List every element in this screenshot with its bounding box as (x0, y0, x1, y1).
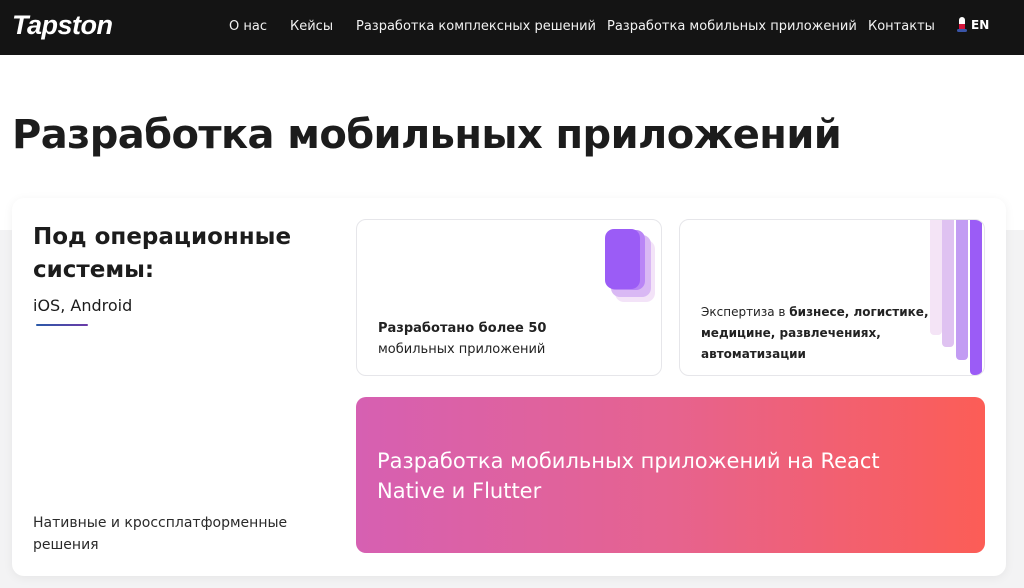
nav-item-about[interactable]: О нас (229, 19, 267, 34)
apps-count-card: Разработано более 50 мобильных приложени… (356, 219, 662, 376)
apps-count-text: Разработано более 50 мобильных приложени… (378, 318, 648, 360)
nav-item-contacts[interactable]: Контакты (868, 19, 935, 34)
top-navigation-bar: Tapston О нас Кейсы Разработка комплексн… (0, 0, 1024, 55)
expertise-lead: Экспертиза в (701, 305, 790, 319)
platforms-note: Нативные и кроссплатформенные решения (33, 515, 288, 553)
main-nav: О нас Кейсы Разработка комплексных решен… (0, 0, 1024, 55)
flag-icon (957, 17, 967, 33)
nav-item-complex-solutions[interactable]: Разработка комплексных решений (356, 19, 596, 34)
platforms-list: iOS, Android (33, 296, 133, 315)
frameworks-text: Разработка мобильных приложений на React… (377, 449, 880, 503)
frameworks-banner: Разработка мобильных приложений на React… (356, 397, 985, 553)
bars-icon-bar (970, 220, 982, 375)
nav-item-cases[interactable]: Кейсы (290, 19, 333, 34)
nav-item-mobile-apps[interactable]: Разработка мобильных приложений (607, 19, 857, 34)
bars-icon (930, 220, 942, 335)
expertise-text: Экспертиза в бизнесе, логистике, медицин… (701, 302, 931, 365)
platforms-heading: Под операционные системы: (33, 224, 292, 283)
page-title: Разработка мобильных приложений (12, 112, 842, 158)
heading-underline (36, 324, 88, 326)
apps-count-bold: Разработано более 50 (378, 321, 547, 336)
bars-icon-bar (942, 220, 954, 347)
expertise-card: Экспертиза в бизнесе, логистике, медицин… (679, 219, 985, 376)
language-switch[interactable]: EN (957, 17, 989, 33)
stacked-cards-layer (605, 229, 640, 289)
apps-count-rest: мобильных приложений (378, 342, 546, 357)
bars-icon-bar (956, 220, 968, 360)
language-code: EN (971, 18, 990, 32)
